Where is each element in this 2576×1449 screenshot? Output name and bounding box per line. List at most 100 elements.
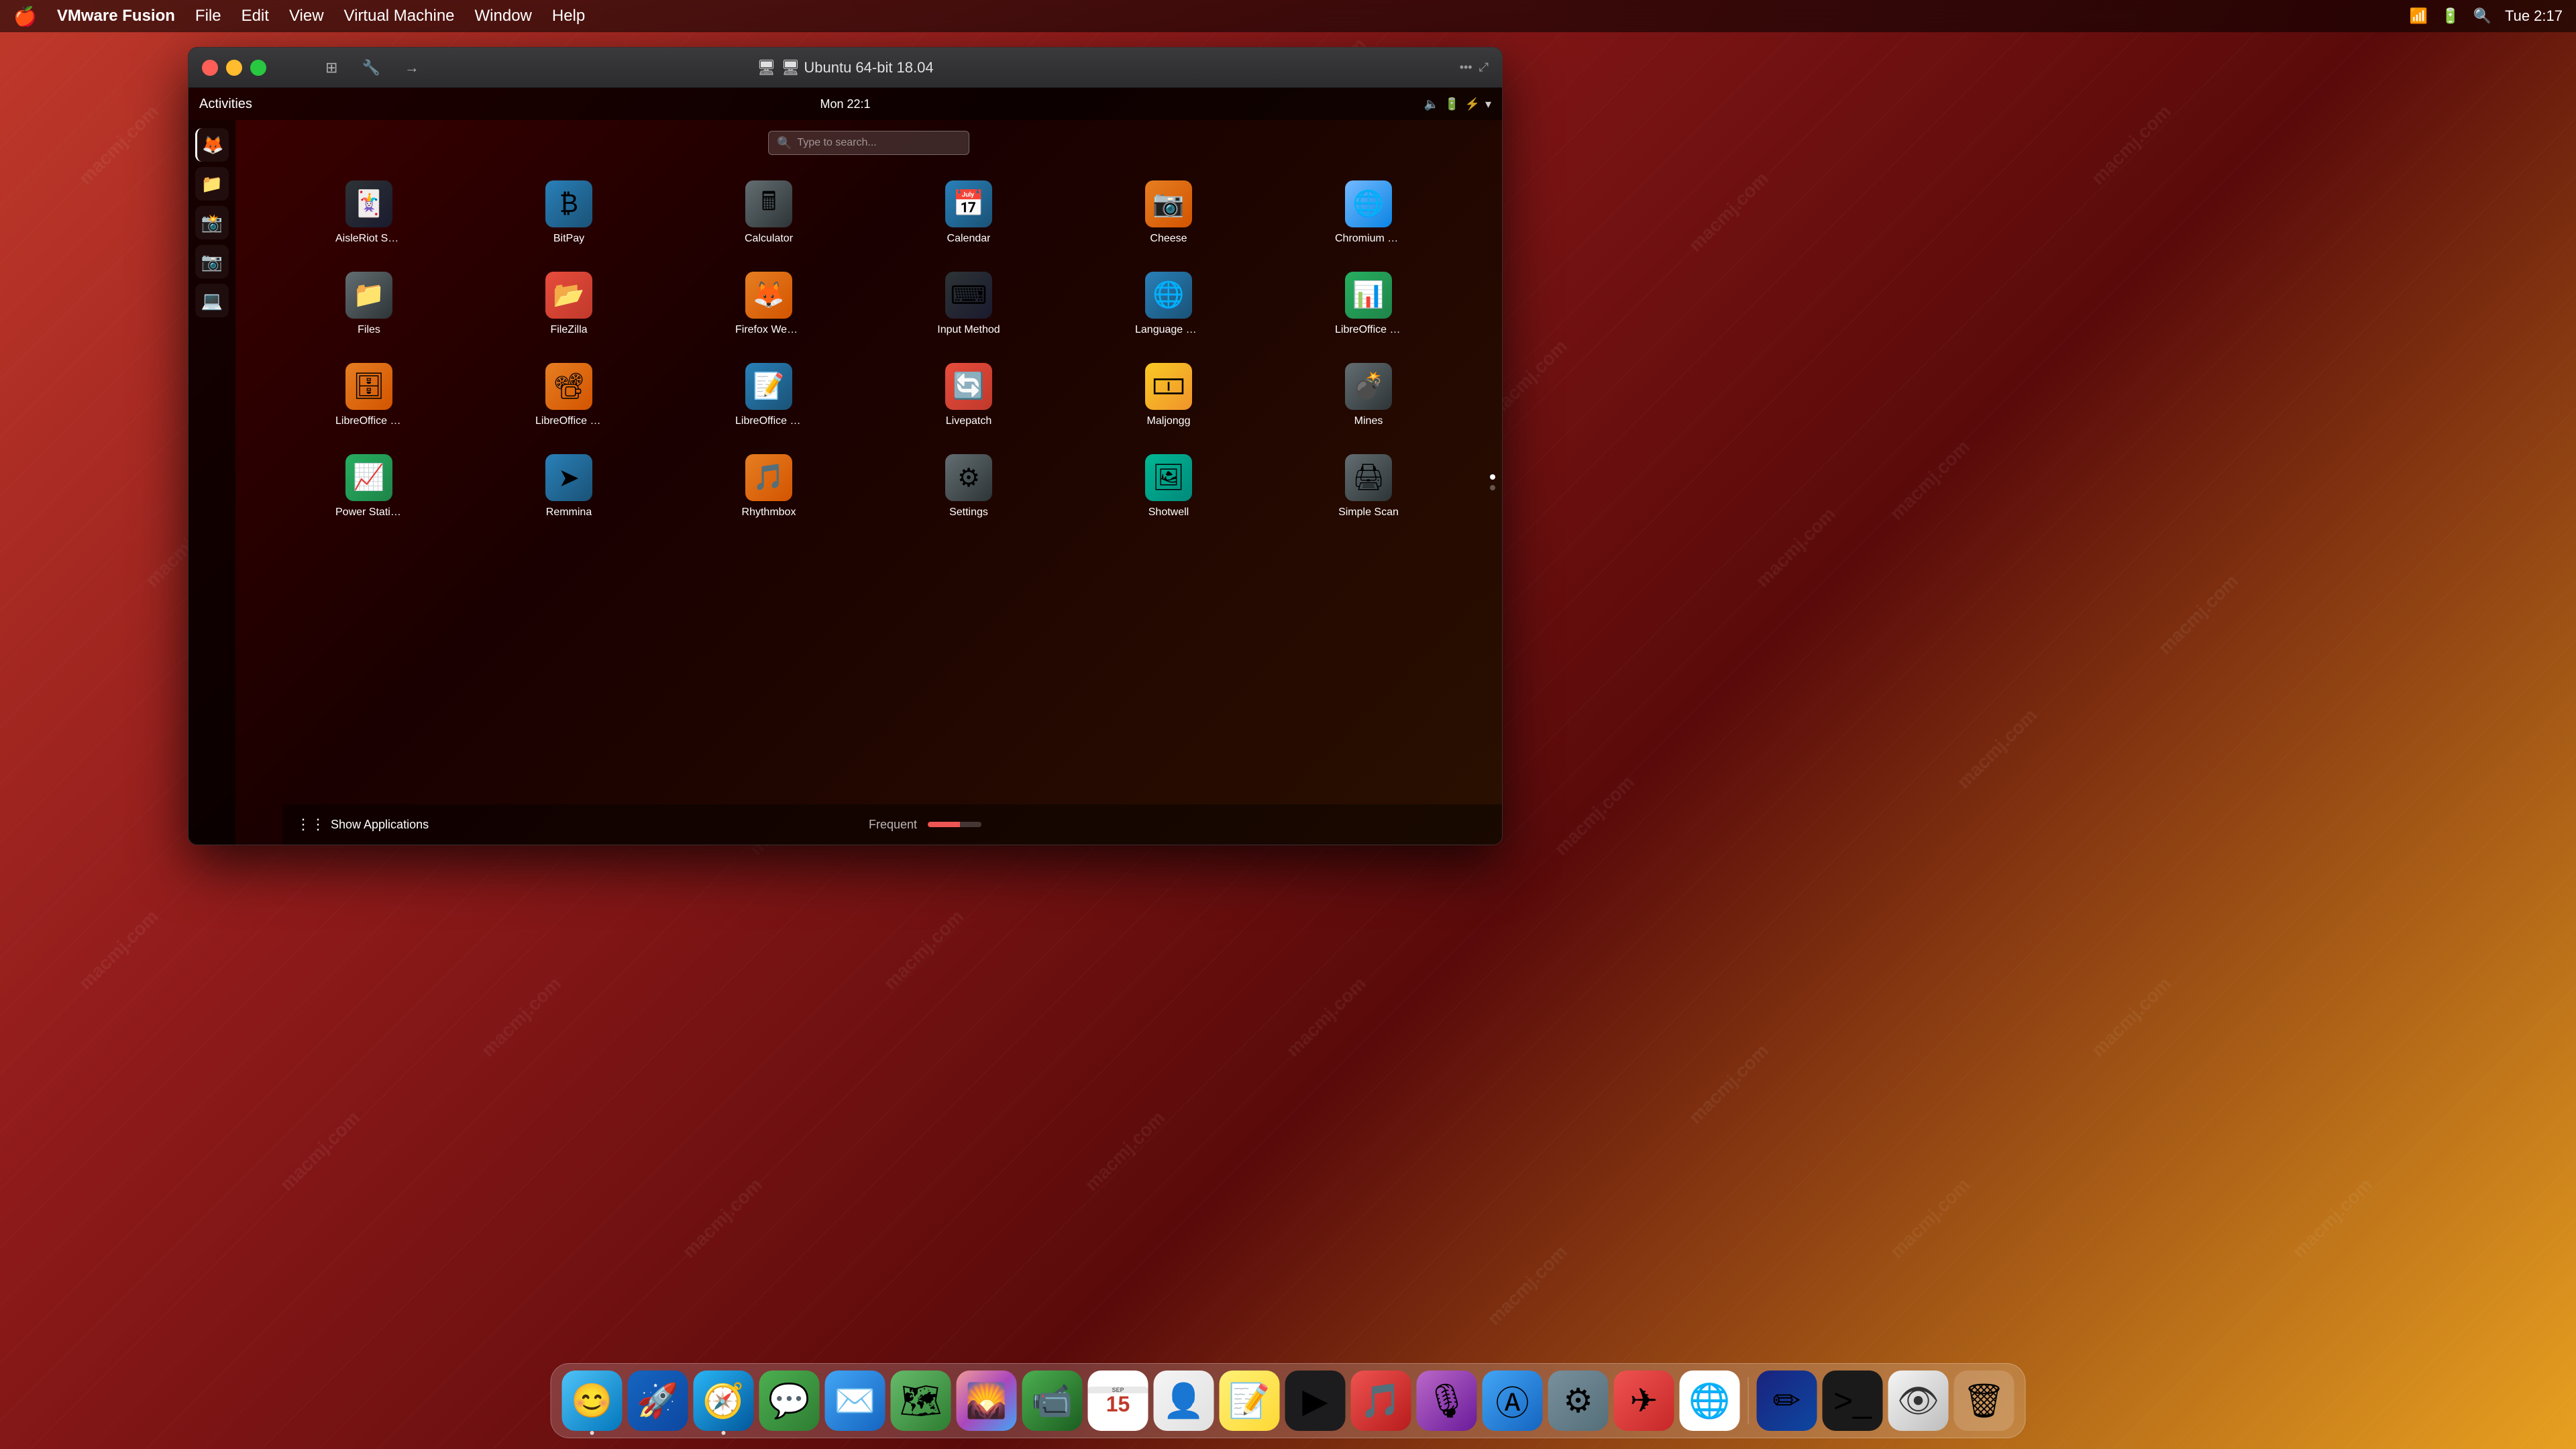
search-icon[interactable]: 🔍 <box>2473 7 2491 25</box>
app-icon: 🔄 <box>945 363 992 410</box>
dock-item-terminal[interactable]: >_ <box>1823 1371 1883 1431</box>
app-name: Maljongg <box>1147 415 1191 427</box>
app-item-calendar[interactable]: 📅 Calendar <box>875 174 1062 252</box>
app-item-cheese[interactable]: 📷 Cheese <box>1075 174 1262 252</box>
menu-item-vmware[interactable]: VMware Fusion <box>57 7 175 25</box>
app-item-rhythmbox[interactable]: 🎵 Rhythmbox <box>676 447 862 525</box>
vm-back-icon[interactable]: 🔧 <box>356 56 385 79</box>
dock-item-calendar[interactable]: SEP 15 <box>1088 1371 1148 1431</box>
vm-fullscreen-icon[interactable]: ⤢ <box>1479 60 1489 74</box>
vm-forward-icon[interactable]: → <box>399 56 425 79</box>
app-item-files[interactable]: 📁 Files <box>276 265 462 343</box>
app-item-shotwell[interactable]: 🖼 Shotwell <box>1075 447 1262 525</box>
datetime-display: Tue 2:17 <box>2505 7 2563 25</box>
dock-item-contacts[interactable]: 👤 <box>1154 1371 1214 1431</box>
app-item-bitpay[interactable]: ₿ BitPay <box>476 174 662 252</box>
dock-item-sketchbook[interactable]: ✏ <box>1757 1371 1817 1431</box>
app-name: LibreOffice Calc <box>1335 324 1402 336</box>
app-icon: 🖨 <box>1345 454 1392 501</box>
dock-item-appletv[interactable]: ▶ <box>1285 1371 1346 1431</box>
app-item-firefox-web-b...[interactable]: 🦊 Firefox Web B... <box>676 265 862 343</box>
app-name: Chromium We... <box>1335 233 1402 245</box>
sidebar-icon-camera[interactable]: 📷 <box>195 245 229 278</box>
vm-title-bar: ⊞ 🔧 → 🖥 🖥 Ubuntu 64-bit 18.04 ••• ⤢ <box>189 48 1502 88</box>
search-bar[interactable]: 🔍 Type to search... <box>768 131 969 155</box>
menu-item-edit[interactable]: Edit <box>241 7 269 25</box>
app-item-chromium-we...[interactable]: 🌐 Chromium We... <box>1275 174 1462 252</box>
app-item-language-sup...[interactable]: 🌐 Language Sup... <box>1075 265 1262 343</box>
menu-item-file[interactable]: File <box>195 7 221 25</box>
dock-item-trash[interactable]: 🗑 <box>1954 1371 2015 1431</box>
sidebar-icon-photos[interactable]: 📸 <box>195 206 229 239</box>
menu-item-virtual-machine[interactable]: Virtual Machine <box>344 7 455 25</box>
app-name: Mines <box>1354 415 1383 427</box>
app-item-libreoffice-d...[interactable]: 🗄 LibreOffice D... <box>276 356 462 434</box>
vm-dots-icon[interactable]: ••• <box>1460 60 1472 74</box>
dock-item-messages[interactable]: 💬 <box>759 1371 820 1431</box>
apple-menu-icon[interactable]: 🍎 <box>13 5 37 28</box>
app-icon: 📊 <box>1345 272 1392 319</box>
ubuntu-sidebar: 🦊 📁 📸 📷 💻 <box>189 120 235 845</box>
menu-item-help[interactable]: Help <box>552 7 585 25</box>
dock-item-safari[interactable]: 🧭 <box>694 1371 754 1431</box>
page-indicator <box>1490 474 1495 490</box>
vmware-window: ⊞ 🔧 → 🖥 🖥 Ubuntu 64-bit 18.04 ••• ⤢ Acti… <box>188 47 1503 845</box>
show-applications-button[interactable]: ⋮⋮ Show Applications <box>296 816 429 833</box>
dock-item-notes[interactable]: 📝 <box>1220 1371 1280 1431</box>
app-item-remmina[interactable]: ➤ Remmina <box>476 447 662 525</box>
ubuntu-activities-button[interactable]: Activities <box>199 97 252 112</box>
app-item-input-method[interactable]: ⌨ Input Method <box>875 265 1062 343</box>
app-name: LibreOffice W... <box>735 415 802 427</box>
bottom-slider[interactable] <box>928 822 981 827</box>
watermark-text: macmj.com <box>1684 168 1773 256</box>
app-item-power-statis...[interactable]: 📈 Power Statis... <box>276 447 462 525</box>
app-icon: ➤ <box>545 454 592 501</box>
vm-snapshot-icon[interactable]: ⊞ <box>320 56 343 79</box>
dock-item-finder[interactable]: 😊 <box>562 1371 623 1431</box>
app-item-aisleriot-solit...[interactable]: 🃏 AisleRiot Solit... <box>276 174 462 252</box>
dock-item-mail[interactable]: ✉️ <box>825 1371 885 1431</box>
app-item-libreoffice-calc[interactable]: 📊 LibreOffice Calc <box>1275 265 1462 343</box>
frequency-label: Frequent <box>869 818 917 832</box>
dock-item-preview[interactable]: 👁 <box>1888 1371 1949 1431</box>
app-item-calculator[interactable]: 🖩 Calculator <box>676 174 862 252</box>
menu-item-view[interactable]: View <box>289 7 324 25</box>
watermark-text: macmj.com <box>1483 1241 1572 1330</box>
app-item-libreoffice-w...[interactable]: 📝 LibreOffice W... <box>676 356 862 434</box>
page-dot-1 <box>1490 474 1495 480</box>
ubuntu-power-icon: ⚡ <box>1465 97 1480 111</box>
watermark-text: macmj.com <box>1886 1174 1974 1263</box>
app-item-mines[interactable]: 💣 Mines <box>1275 356 1462 434</box>
minimize-button[interactable] <box>226 60 242 76</box>
watermark-text: macmj.com <box>276 1107 364 1195</box>
sidebar-icon-files[interactable]: 📁 <box>195 167 229 201</box>
sidebar-icon-terminal[interactable]: 💻 <box>195 284 229 317</box>
sidebar-icon-firefox[interactable]: 🦊 <box>195 128 229 162</box>
dock-item-maps[interactable]: 🗺 <box>891 1371 951 1431</box>
dock-item-appstore[interactable]: Ⓐ <box>1483 1371 1543 1431</box>
dock-item-facetime[interactable]: 📹 <box>1022 1371 1083 1431</box>
app-item-libreoffice-im...[interactable]: 📽 LibreOffice Im... <box>476 356 662 434</box>
app-name: Language Sup... <box>1135 324 1202 336</box>
close-button[interactable] <box>202 60 218 76</box>
app-item-filezilla[interactable]: 📂 FileZilla <box>476 265 662 343</box>
menu-item-window[interactable]: Window <box>475 7 532 25</box>
dock-item-photos[interactable]: 🌄 <box>957 1371 1017 1431</box>
dock-item-launchpad[interactable]: 🚀 <box>628 1371 688 1431</box>
ubuntu-menu-icon[interactable]: ▾ <box>1485 97 1491 111</box>
maximize-button[interactable] <box>250 60 266 76</box>
dock-item-chrome[interactable]: 🌐 <box>1680 1371 1740 1431</box>
app-icon: 🌐 <box>1145 272 1192 319</box>
dock-item-music[interactable]: 🎵 <box>1351 1371 1411 1431</box>
ubuntu-topbar: Activities Mon 22:1 🔈 🔋 ⚡ ▾ <box>189 88 1502 120</box>
app-item-maljongg[interactable]: 🀱 Maljongg <box>1075 356 1262 434</box>
dock-item-podcasts[interactable]: 🎙 <box>1417 1371 1477 1431</box>
dock-item-airmail[interactable]: ✈ <box>1614 1371 1674 1431</box>
app-icon: 📽 <box>545 363 592 410</box>
app-item-livepatch[interactable]: 🔄 Livepatch <box>875 356 1062 434</box>
dock-item-systempreferences[interactable]: ⚙ <box>1548 1371 1609 1431</box>
app-item-settings[interactable]: ⚙ Settings <box>875 447 1062 525</box>
app-item-simple-scan[interactable]: 🖨 Simple Scan <box>1275 447 1462 525</box>
search-icon-ubuntu: 🔍 <box>777 136 792 150</box>
app-icon: 📅 <box>945 180 992 227</box>
